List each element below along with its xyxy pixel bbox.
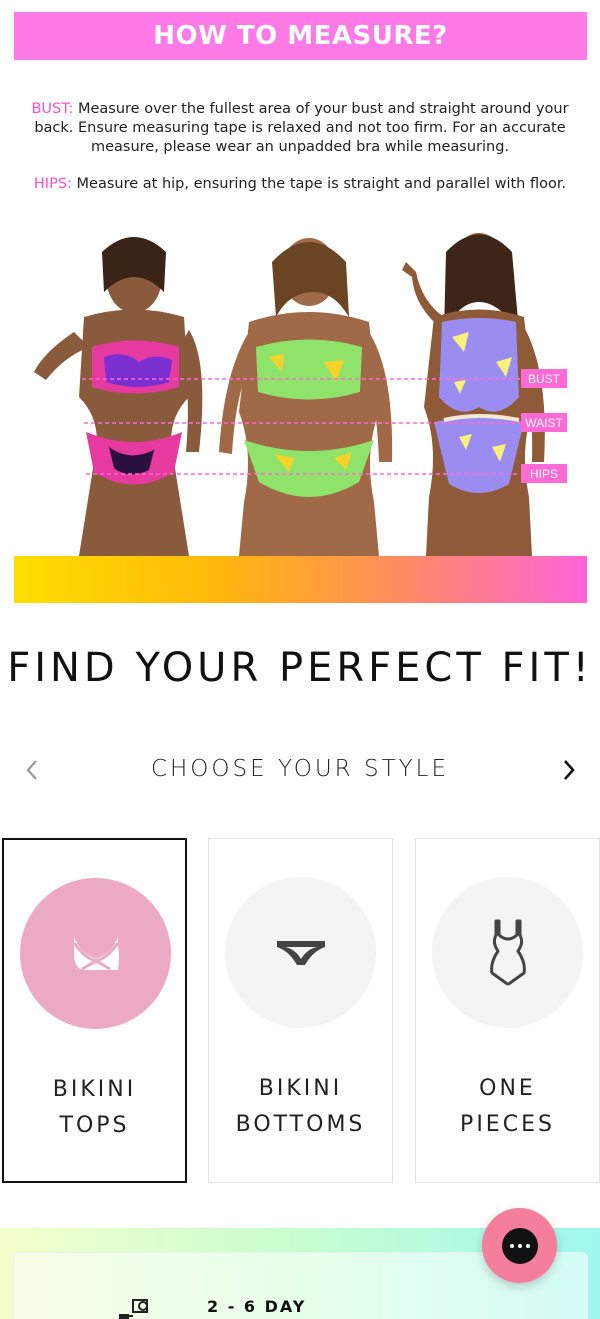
- waist-tag: WAIST: [525, 416, 563, 430]
- fit-heading: FIND YOUR PERFECT FIT!: [7, 645, 593, 691]
- delivery-icon: [115, 1296, 161, 1319]
- style-card-one-pieces[interactable]: ONE PIECES: [415, 838, 600, 1183]
- style-label: BIKINI BOTTOMS: [209, 1071, 392, 1143]
- model-right: [402, 233, 545, 556]
- style-carousel-nav: CHOOSE YOUR STYLE: [0, 748, 600, 792]
- style-label-line1: ONE: [479, 1076, 536, 1101]
- style-label: BIKINI TOPS: [4, 1072, 185, 1144]
- bust-text: Measure over the fullest area of your bu…: [34, 101, 569, 155]
- bust-label: BUST:: [31, 101, 74, 117]
- bust-instruction: BUST: Measure over the fullest area of y…: [30, 100, 570, 157]
- style-icon-circle: [225, 877, 376, 1028]
- style-label-line2: PIECES: [460, 1112, 555, 1137]
- hips-text: Measure at hip, ensuring the tape is str…: [71, 176, 567, 192]
- hips-label: HIPS:: [33, 176, 72, 192]
- delivery-text: 2 - 6 DAY: [207, 1297, 307, 1316]
- bra-icon: [72, 936, 119, 970]
- chat-button[interactable]: [482, 1208, 557, 1283]
- style-label-line2: BOTTOMS: [235, 1112, 366, 1137]
- style-card-bikini-bottoms[interactable]: BIKINI BOTTOMS: [208, 838, 393, 1183]
- style-card-bikini-tops[interactable]: BIKINI TOPS: [2, 838, 187, 1183]
- measure-title: HOW TO MEASURE?: [153, 21, 448, 51]
- hips-tag: HIPS: [530, 467, 558, 481]
- measure-instructions: BUST: Measure over the fullest area of y…: [30, 100, 570, 212]
- model-left: [34, 237, 203, 556]
- style-label: ONE PIECES: [416, 1071, 599, 1143]
- choose-style-title: CHOOSE YOUR STYLE: [150, 756, 450, 782]
- style-icon-circle: [432, 877, 583, 1028]
- chevron-right-icon: [564, 760, 575, 780]
- style-label-line1: BIKINI: [258, 1076, 343, 1101]
- style-label-line2: TOPS: [59, 1113, 130, 1138]
- style-label-line1: BIKINI: [52, 1077, 137, 1102]
- bikini-bottom-icon: [276, 940, 325, 965]
- style-icon-circle: [20, 878, 171, 1029]
- model-center: [219, 238, 393, 556]
- chat-icon: [501, 1227, 538, 1264]
- hips-instruction: HIPS: Measure at hip, ensuring the tape …: [30, 175, 570, 194]
- bust-tag: BUST: [528, 372, 561, 386]
- models-image: BUST WAIST HIPS: [34, 233, 567, 556]
- measure-banner: HOW TO MEASURE?: [14, 12, 587, 60]
- measurement-illustration: BUST WAIST HIPS: [14, 222, 587, 556]
- carousel-next-button[interactable]: [551, 752, 587, 788]
- one-piece-icon: [489, 919, 526, 985]
- gradient-strip: [14, 556, 587, 603]
